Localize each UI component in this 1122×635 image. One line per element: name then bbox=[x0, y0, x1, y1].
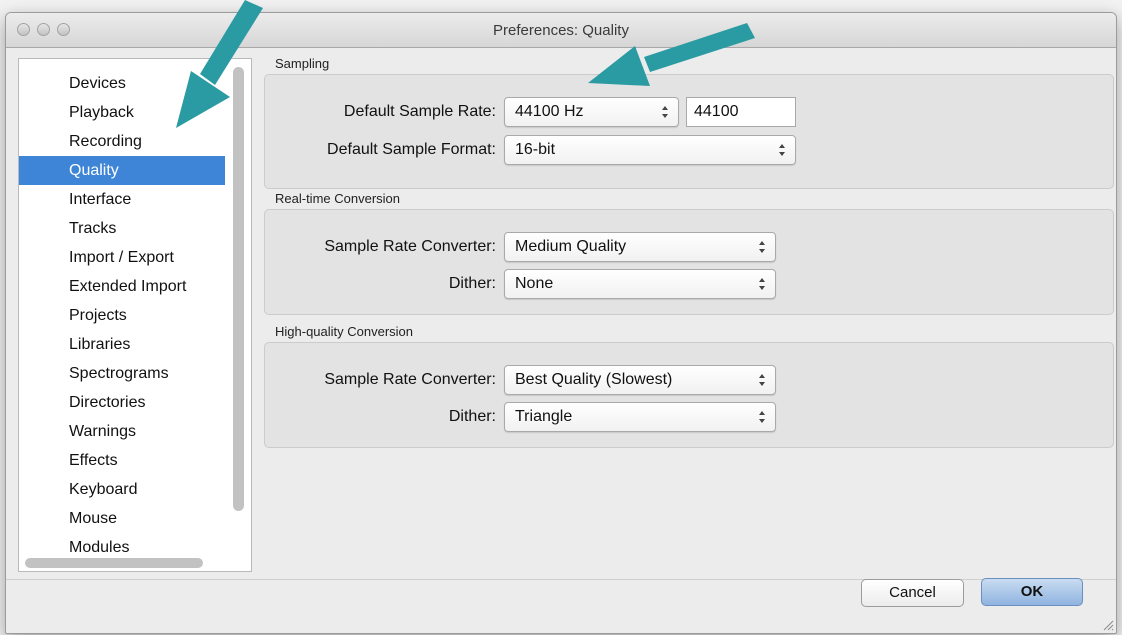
sample-rate-text-field[interactable]: 44100 bbox=[686, 97, 796, 127]
realtime-converter-value: Medium Quality bbox=[515, 238, 627, 255]
sidebar-item-interface[interactable]: Interface bbox=[19, 185, 225, 214]
stepper-arrows-icon bbox=[759, 241, 765, 253]
highquality-dither-label: Dither: bbox=[448, 408, 496, 425]
stepper-arrows-icon bbox=[759, 411, 765, 423]
preferences-category-list[interactable]: Devices Playback Recording Quality Inter… bbox=[18, 58, 252, 572]
default-sample-format-select[interactable]: 16-bit bbox=[504, 135, 796, 165]
highquality-converter-value: Best Quality (Slowest) bbox=[515, 371, 673, 388]
stepper-arrows-icon bbox=[662, 106, 668, 118]
realtime-conversion-group bbox=[264, 209, 1114, 315]
realtime-group-title: Real-time Conversion bbox=[275, 191, 400, 206]
stepper-arrows-icon bbox=[759, 374, 765, 386]
stepper-arrows-icon bbox=[779, 144, 785, 156]
window-title: Preferences: Quality bbox=[493, 22, 629, 39]
cancel-button[interactable]: Cancel bbox=[861, 579, 964, 607]
realtime-converter-select[interactable]: Medium Quality bbox=[504, 232, 776, 262]
sidebar-horizontal-scrollbar[interactable] bbox=[25, 558, 203, 568]
preferences-window: Preferences: Quality Devices Playback Re… bbox=[5, 12, 1117, 634]
highquality-converter-select[interactable]: Best Quality (Slowest) bbox=[504, 365, 776, 395]
sidebar-item-devices[interactable]: Devices bbox=[19, 69, 225, 98]
realtime-converter-label: Sample Rate Converter: bbox=[324, 238, 496, 255]
realtime-dither-select[interactable]: None bbox=[504, 269, 776, 299]
default-sample-format-value: 16-bit bbox=[515, 141, 556, 158]
sidebar-item-libraries[interactable]: Libraries bbox=[19, 330, 225, 359]
highquality-conversion-group bbox=[264, 342, 1114, 448]
sidebar-item-mouse[interactable]: Mouse bbox=[19, 504, 225, 533]
sampling-group-title: Sampling bbox=[275, 56, 330, 71]
realtime-dither-label: Dither: bbox=[448, 275, 496, 292]
default-sample-format-label: Default Sample Format: bbox=[327, 141, 496, 158]
highquality-dither-value: Triangle bbox=[515, 408, 573, 425]
sidebar-item-projects[interactable]: Projects bbox=[19, 301, 225, 330]
sidebar-item-keyboard[interactable]: Keyboard bbox=[19, 475, 225, 504]
sampling-group bbox=[264, 74, 1114, 189]
highquality-converter-label: Sample Rate Converter: bbox=[324, 371, 496, 388]
default-sample-rate-value: 44100 Hz bbox=[515, 103, 584, 120]
sidebar-item-quality[interactable]: Quality bbox=[19, 156, 225, 185]
highquality-group-title: High-quality Conversion bbox=[275, 324, 414, 339]
realtime-dither-value: None bbox=[515, 275, 554, 292]
default-sample-rate-label: Default Sample Rate: bbox=[343, 103, 496, 120]
resize-grip-icon[interactable] bbox=[1100, 617, 1114, 631]
title-bar[interactable]: Preferences: Quality bbox=[6, 13, 1116, 48]
sidebar-item-effects[interactable]: Effects bbox=[19, 446, 225, 475]
highquality-dither-select[interactable]: Triangle bbox=[504, 402, 776, 432]
ok-button[interactable]: OK bbox=[981, 578, 1083, 606]
stepper-arrows-icon bbox=[759, 278, 765, 290]
default-sample-rate-select[interactable]: 44100 Hz bbox=[504, 97, 679, 127]
